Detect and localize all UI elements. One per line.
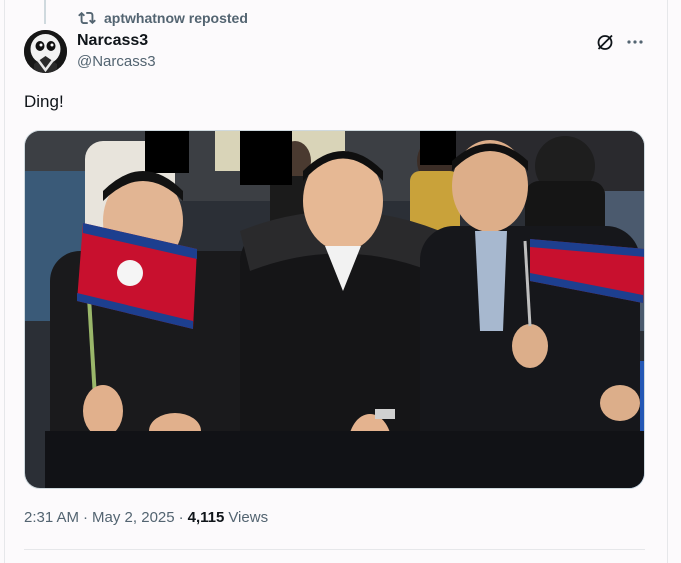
avatar[interactable] xyxy=(24,30,67,73)
author-handle[interactable]: @Narcass3 xyxy=(77,52,156,72)
divider xyxy=(24,549,645,550)
tweet-time[interactable]: 2:31 AM xyxy=(24,509,79,526)
repost-indicator[interactable]: aptwhatnow reposted xyxy=(78,8,248,28)
meta-separator: · xyxy=(83,509,89,526)
repost-icon xyxy=(78,9,96,27)
more-icon[interactable] xyxy=(625,32,645,52)
column-border-left xyxy=(4,0,5,563)
tweet-container: aptwhatnow reposted Narcass3 @Narcass3 D… xyxy=(0,0,681,563)
tweet-photo[interactable] xyxy=(24,130,645,489)
column-border-right xyxy=(667,0,668,563)
repost-text: aptwhatnow reposted xyxy=(104,10,248,26)
author-display-name[interactable]: Narcass3 xyxy=(77,31,156,51)
meta-separator: · xyxy=(178,509,184,526)
tweet-text: Ding! xyxy=(24,92,64,111)
thread-connector-line xyxy=(44,0,46,24)
views-label: Views xyxy=(228,509,269,526)
slash-circle-icon[interactable] xyxy=(595,32,615,52)
author-block: Narcass3 @Narcass3 xyxy=(77,31,156,72)
tweet-date[interactable]: May 2, 2025 xyxy=(92,509,175,526)
views-count: 4,115 xyxy=(187,509,225,526)
tweet-meta: 2:31 AM · May 2, 2025 · 4,115 Views xyxy=(24,509,268,526)
tweet-top-actions xyxy=(595,32,645,52)
